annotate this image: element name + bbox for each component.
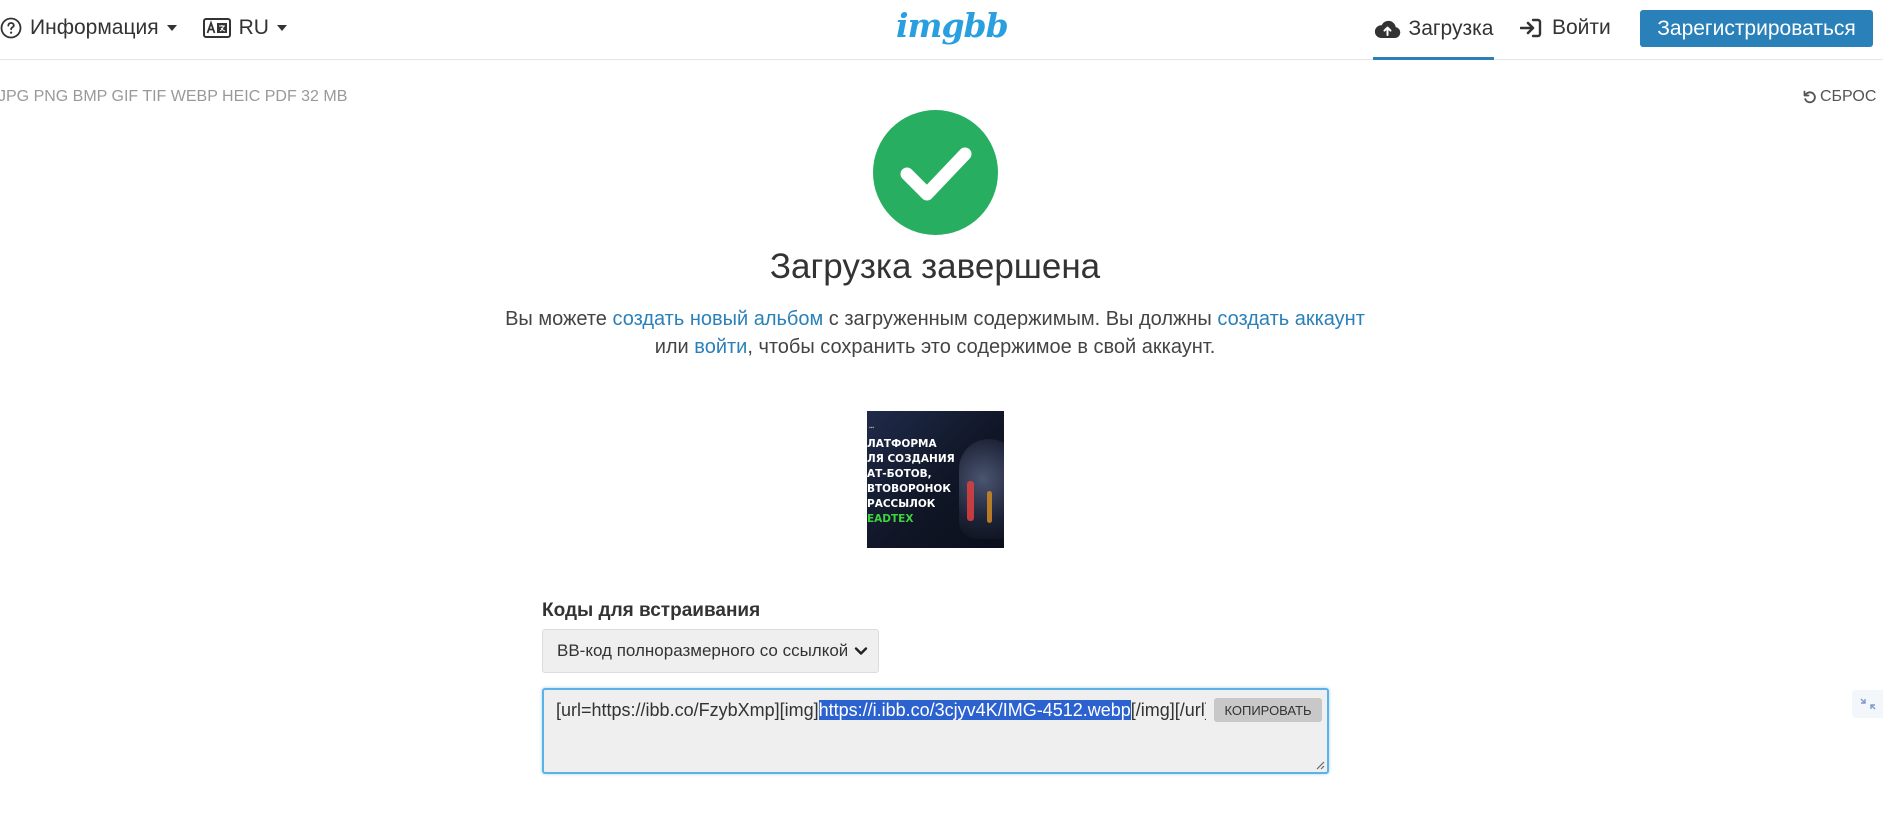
chevron-down-icon: [854, 647, 868, 655]
embed-code-selected-url: https://i.ibb.co/3cjyv4K/IMG-4512.webp: [818, 700, 1131, 720]
question-circle-icon: [0, 17, 22, 39]
create-account-link[interactable]: создать аккаунт: [1217, 308, 1365, 330]
login-label: Войти: [1552, 16, 1611, 39]
thumbnail-tiny-mark: ▪▪▪: [869, 425, 875, 431]
imgbb-logo[interactable]: imgbb: [896, 6, 1009, 45]
info-menu[interactable]: Информация: [0, 16, 177, 40]
resize-handle-icon[interactable]: [1315, 760, 1325, 770]
upload-tab-label: Загрузка: [1408, 16, 1494, 40]
language-menu[interactable]: RU: [202, 16, 287, 40]
allowed-formats-info: JPG PNG BMP GIF TIF WEBP HEIC PDF 32 MB: [0, 88, 348, 105]
embed-code-type-value: BB-код полноразмерного со ссылкой: [557, 641, 847, 660]
language-label: RU: [238, 16, 269, 39]
desc-text: , чтобы сохранить это содержимое в свой …: [747, 336, 1216, 358]
thumbnail-line: ВТОВОРОНОК: [867, 483, 951, 495]
collapse-arrows-icon: [1860, 698, 1875, 710]
info-menu-label: Информация: [30, 16, 159, 39]
thumbnail-text: ЛАТФОРМА ЛЯ СОЗДАНИЯ АТ-БОТОВ, ВТОВОРОНО…: [867, 437, 955, 527]
success-check-icon: [873, 110, 998, 235]
thumbnail-line: ЛЯ СОЗДАНИЯ: [867, 453, 955, 465]
embed-code-suffix: [/img][/url]: [1130, 700, 1206, 720]
thumbnail-line: ЛАТФОРМА: [867, 438, 937, 450]
reset-label: СБРОС: [1820, 88, 1877, 105]
reset-button[interactable]: СБРОС: [1803, 88, 1876, 106]
undo-icon: [1803, 90, 1816, 104]
side-translate-widget[interactable]: [1852, 690, 1883, 718]
embed-codes-label: Коды для встраивания: [542, 600, 761, 621]
desc-text: или: [654, 336, 695, 358]
embed-code-prefix: [url=https://ibb.co/FzybXmp][img]: [556, 700, 819, 720]
thumbnail-brand: EADTEX: [867, 513, 914, 525]
nav-left: Информация RU: [0, 0, 287, 56]
embed-code-textarea[interactable]: [url=https://ibb.co/FzybXmp][img]https:/…: [542, 688, 1329, 774]
upload-tab[interactable]: Загрузка: [1373, 0, 1494, 60]
caret-down-icon: [166, 25, 177, 31]
create-album-link[interactable]: создать новый альбом: [612, 308, 823, 330]
login-link-inline[interactable]: войти: [694, 336, 747, 358]
thumbnail-line: АТ-БОТОВ,: [867, 468, 932, 480]
thumbnail-glow: [987, 491, 992, 523]
caret-down-icon: [276, 25, 287, 31]
desc-text: Вы можете: [505, 308, 613, 330]
login-link[interactable]: Войти: [1520, 0, 1611, 56]
signup-button[interactable]: Зарегистрироваться: [1640, 10, 1873, 47]
upload-description: Вы можете создать новый альбом с загруже…: [500, 305, 1370, 361]
top-navbar: Информация RU imgbb Загрузка Войти Зарег…: [0, 0, 1883, 60]
copy-button[interactable]: КОПИРОВАТЬ: [1214, 698, 1322, 722]
thumbnail-helmet-graphic: [959, 439, 1004, 539]
cloud-upload-icon: [1374, 20, 1400, 38]
page-title: Загрузка завершена: [769, 247, 1101, 286]
desc-text: с загруженным содержимым. Вы должны: [823, 308, 1218, 330]
embed-code-type-select[interactable]: BB-код полноразмерного со ссылкой: [542, 629, 879, 673]
thumbnail-glow: [967, 481, 974, 521]
uploaded-image-thumbnail[interactable]: ▪▪▪ ЛАТФОРМА ЛЯ СОЗДАНИЯ АТ-БОТОВ, ВТОВО…: [867, 411, 1004, 548]
embed-code-text[interactable]: [url=https://ibb.co/FzybXmp][img]https:/…: [556, 700, 1206, 721]
language-card-icon: [202, 18, 231, 38]
thumbnail-line: РАССЫЛОК: [867, 498, 936, 510]
sign-in-icon: [1520, 18, 1542, 38]
